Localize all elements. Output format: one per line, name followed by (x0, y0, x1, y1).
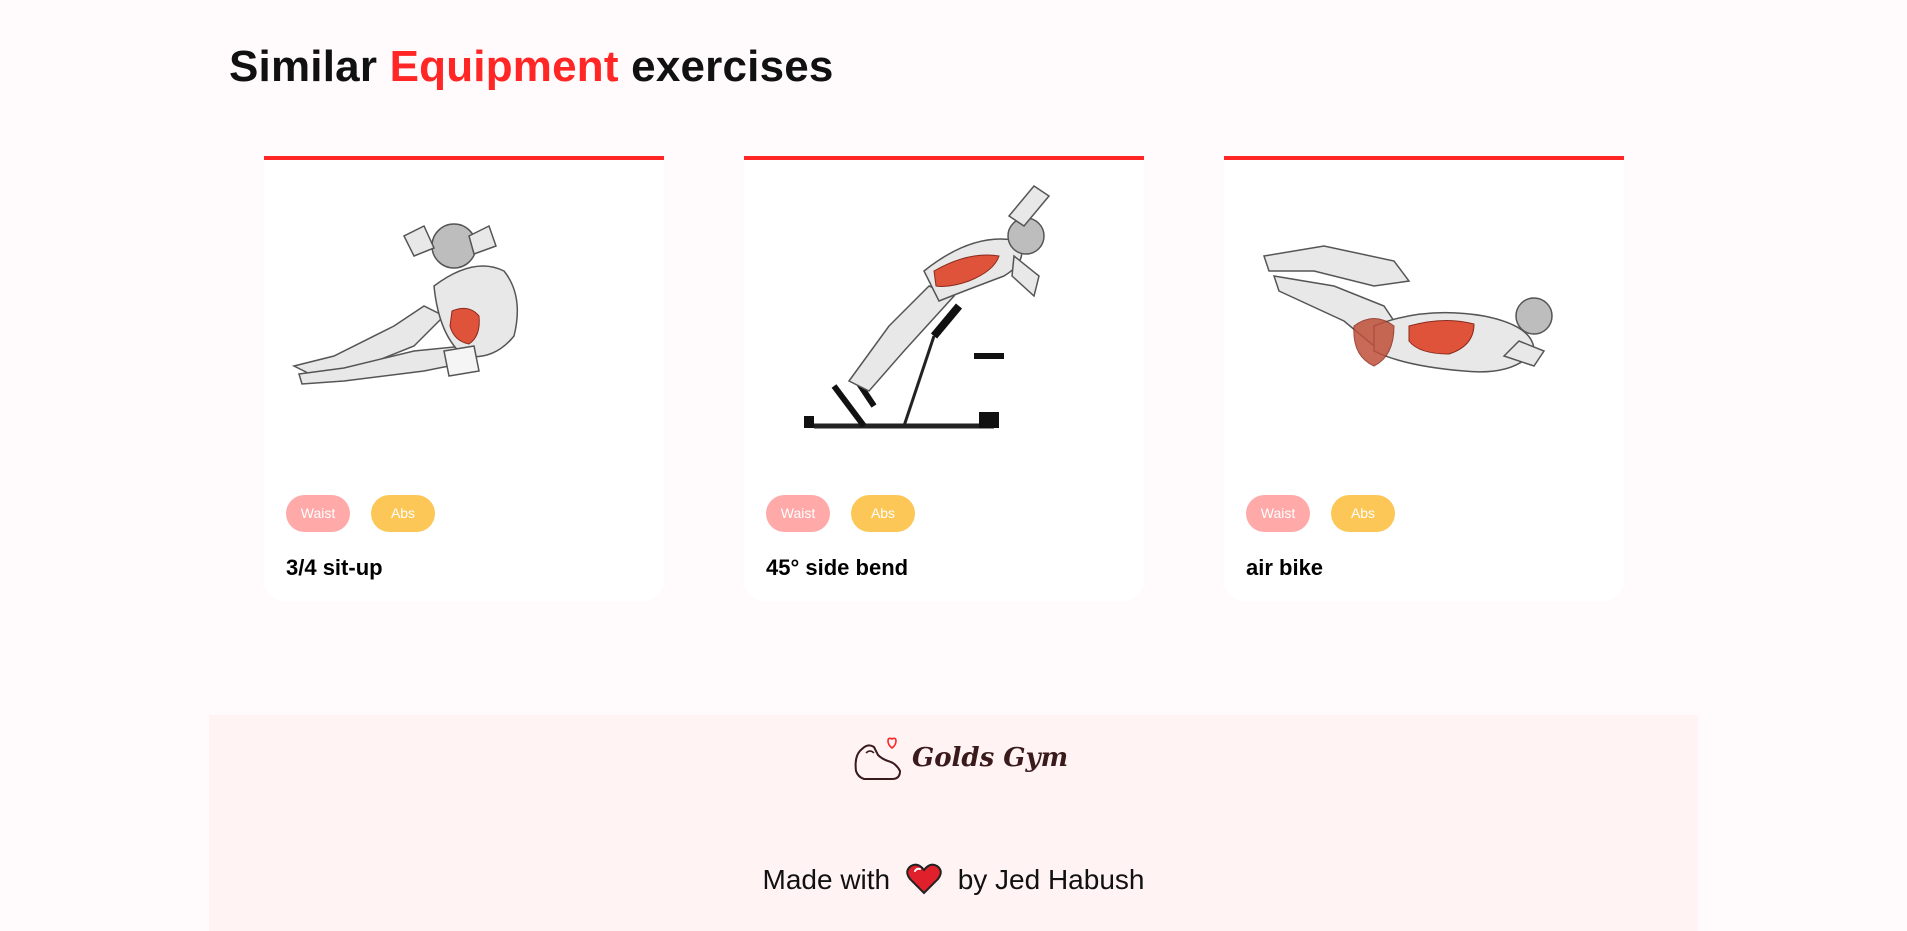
heading-suffix: exercises (631, 42, 834, 91)
body-part-tag[interactable]: Waist (1246, 495, 1310, 532)
section-heading: Similar Equipment exercises (229, 42, 834, 92)
logo-text: Golds Gym (912, 743, 1069, 773)
flexed-arm-icon (854, 737, 902, 780)
exercise-name: air bike (1246, 555, 1324, 580)
target-muscle-tag[interactable]: Abs (371, 495, 435, 532)
target-muscle-tag[interactable]: Abs (851, 495, 915, 532)
body-part-tag[interactable]: Waist (766, 495, 830, 532)
exercise-card[interactable]: Waist Abs 3/4 sit-up (264, 156, 664, 601)
exercise-name: 45° side bend (766, 555, 909, 580)
exercise-image (754, 176, 1134, 476)
heart-icon (906, 863, 942, 895)
sit-up-illustration (291, 223, 519, 385)
made-with-credit: Made with by Jed Habush (209, 863, 1698, 896)
exercise-image (274, 176, 654, 476)
exercise-name: 3/4 sit-up (286, 555, 383, 580)
exercise-card[interactable]: Waist Abs air bike (1224, 156, 1624, 601)
heading-prefix: Similar (229, 42, 378, 91)
air-bike-illustration (1263, 245, 1553, 373)
exercise-card[interactable]: Waist Abs 45° side bend (744, 156, 1144, 601)
heading-accent: Equipment (389, 42, 619, 91)
side-bend-illustration (804, 185, 1051, 429)
made-with-label: Made with (762, 864, 891, 895)
author-credit: by Jed Habush (957, 864, 1145, 895)
exercise-cards: Waist Abs 3/4 sit-up Waist Abs 45° side … (0, 156, 1907, 602)
footer-logo[interactable]: Golds Gym (852, 735, 1069, 785)
target-muscle-tag[interactable]: Abs (1331, 495, 1395, 532)
footer: Golds Gym Made with by Jed Habush (209, 715, 1698, 931)
exercise-image (1234, 176, 1614, 476)
body-part-tag[interactable]: Waist (286, 495, 350, 532)
